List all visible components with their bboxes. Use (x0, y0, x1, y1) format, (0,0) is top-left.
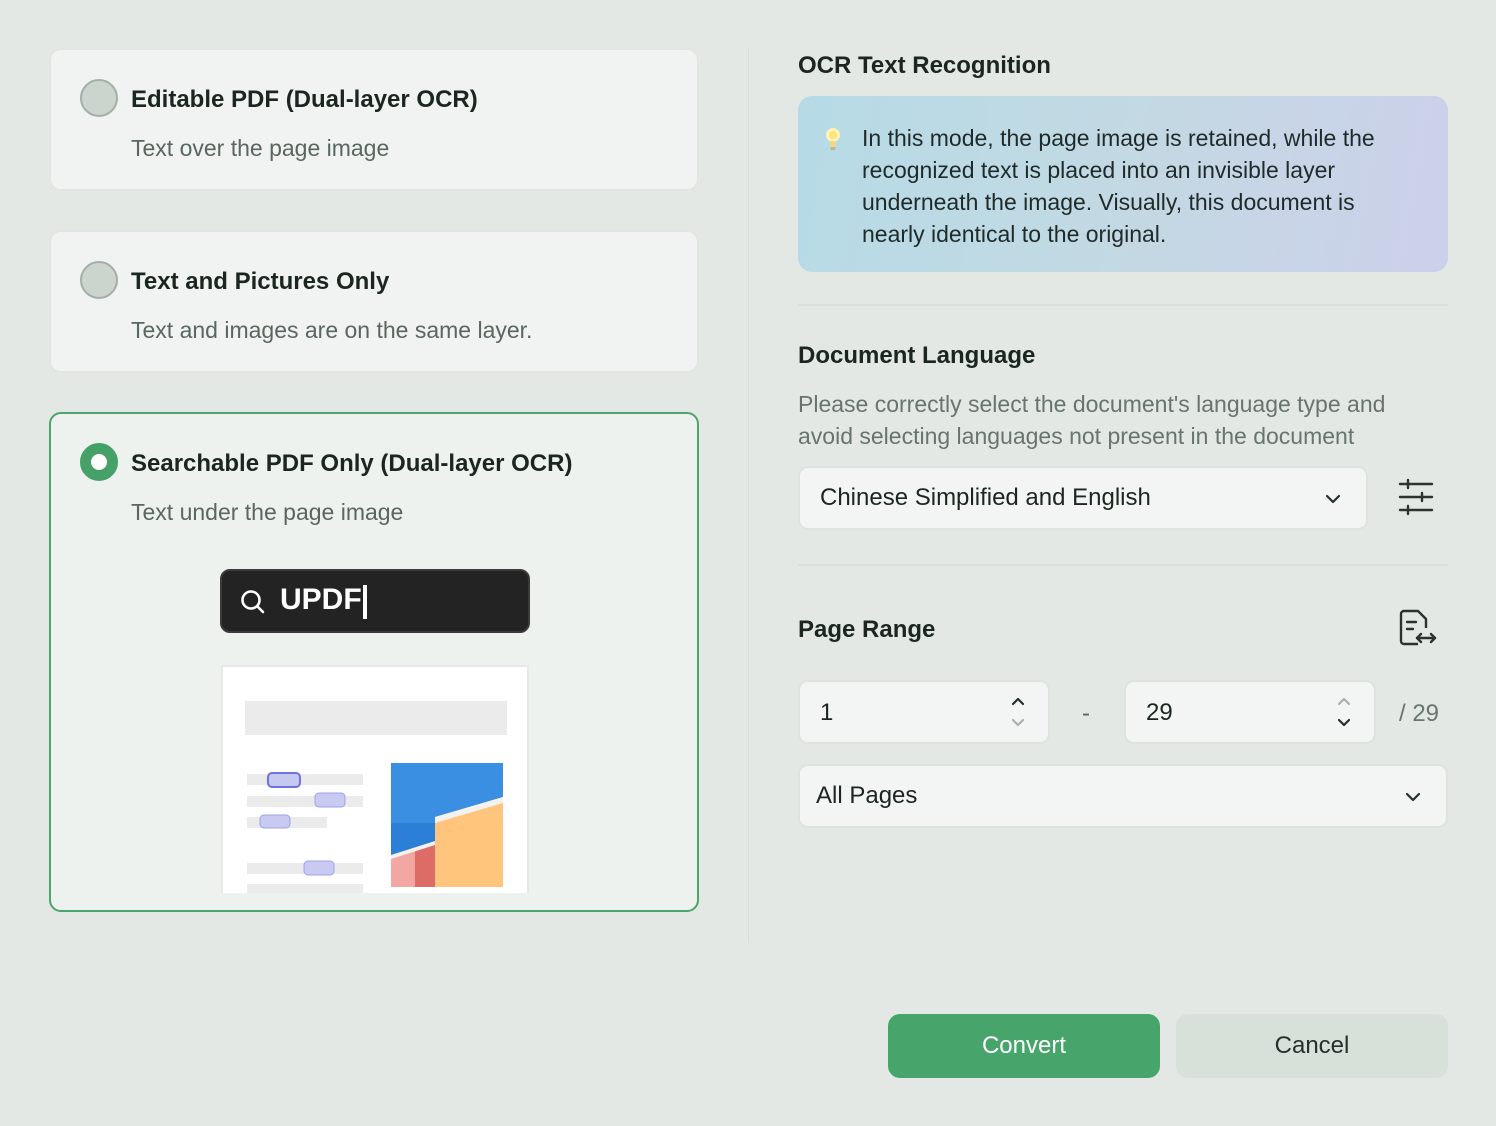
section-divider (798, 304, 1448, 306)
lightbulb-icon (826, 128, 840, 150)
option-subtitle: Text over the page image (131, 135, 390, 161)
chevron-down-icon[interactable] (1010, 716, 1026, 730)
text-caret (363, 585, 367, 619)
page-range-title: Page Range (798, 616, 936, 643)
sliders-icon[interactable] (1398, 478, 1434, 516)
page-from-input[interactable]: 1 (798, 680, 1050, 744)
page-preset-value: All Pages (816, 782, 918, 809)
page-total: / 29 (1399, 700, 1440, 727)
page-preset-select[interactable]: All Pages (798, 764, 1448, 828)
ocr-section-title: OCR Text Recognition (798, 52, 1051, 79)
option-title: Searchable PDF Only (Dual-layer OCR) (131, 450, 573, 477)
chevron-up-icon[interactable] (1010, 694, 1026, 708)
range-separator: - (1082, 700, 1090, 727)
radio-text-pictures[interactable] (80, 261, 118, 299)
radio-searchable-pdf[interactable] (80, 443, 118, 481)
option-subtitle: Text and images are on the same layer. (131, 317, 533, 343)
document-preview-illustration (221, 665, 529, 893)
language-select-value: Chinese Simplified and English (820, 484, 1151, 511)
section-divider (798, 564, 1448, 566)
page-to-value: 29 (1146, 699, 1173, 726)
document-preview-graphic (245, 701, 507, 893)
chevron-down-icon (1405, 792, 1421, 802)
cancel-button[interactable]: Cancel (1176, 1014, 1448, 1078)
option-card-searchable-pdf[interactable]: Searchable PDF Only (Dual-layer OCR) Tex… (49, 412, 699, 912)
page-to-input[interactable]: 29 (1124, 680, 1376, 744)
option-title: Text and Pictures Only (131, 268, 390, 295)
language-section-title: Document Language (798, 342, 1036, 369)
column-divider (748, 48, 749, 943)
option-subtitle: Text under the page image (131, 499, 404, 525)
chevron-up-icon[interactable] (1336, 694, 1352, 708)
page-from-value: 1 (820, 699, 834, 726)
option-title: Editable PDF (Dual-layer OCR) (131, 86, 478, 113)
ocr-info-text: In this mode, the page image is retained… (862, 125, 1375, 247)
chevron-down-icon (1325, 494, 1341, 504)
convert-button[interactable]: Convert (888, 1014, 1160, 1078)
search-icon (241, 590, 265, 614)
ocr-info-box: In this mode, the page image is retained… (798, 96, 1448, 272)
preview-search-text: UPDF (280, 583, 362, 616)
radio-editable-pdf[interactable] (80, 79, 118, 117)
page-swap-icon[interactable] (1398, 608, 1438, 648)
chevron-down-icon[interactable] (1336, 716, 1352, 730)
language-description: Please correctly select the document's l… (798, 391, 1386, 449)
option-card-editable-pdf[interactable]: Editable PDF (Dual-layer OCR) Text over … (49, 48, 699, 191)
language-select[interactable]: Chinese Simplified and English (798, 466, 1368, 530)
preview-search-bar: UPDF (220, 569, 530, 633)
option-card-text-pictures[interactable]: Text and Pictures Only Text and images a… (49, 230, 699, 373)
